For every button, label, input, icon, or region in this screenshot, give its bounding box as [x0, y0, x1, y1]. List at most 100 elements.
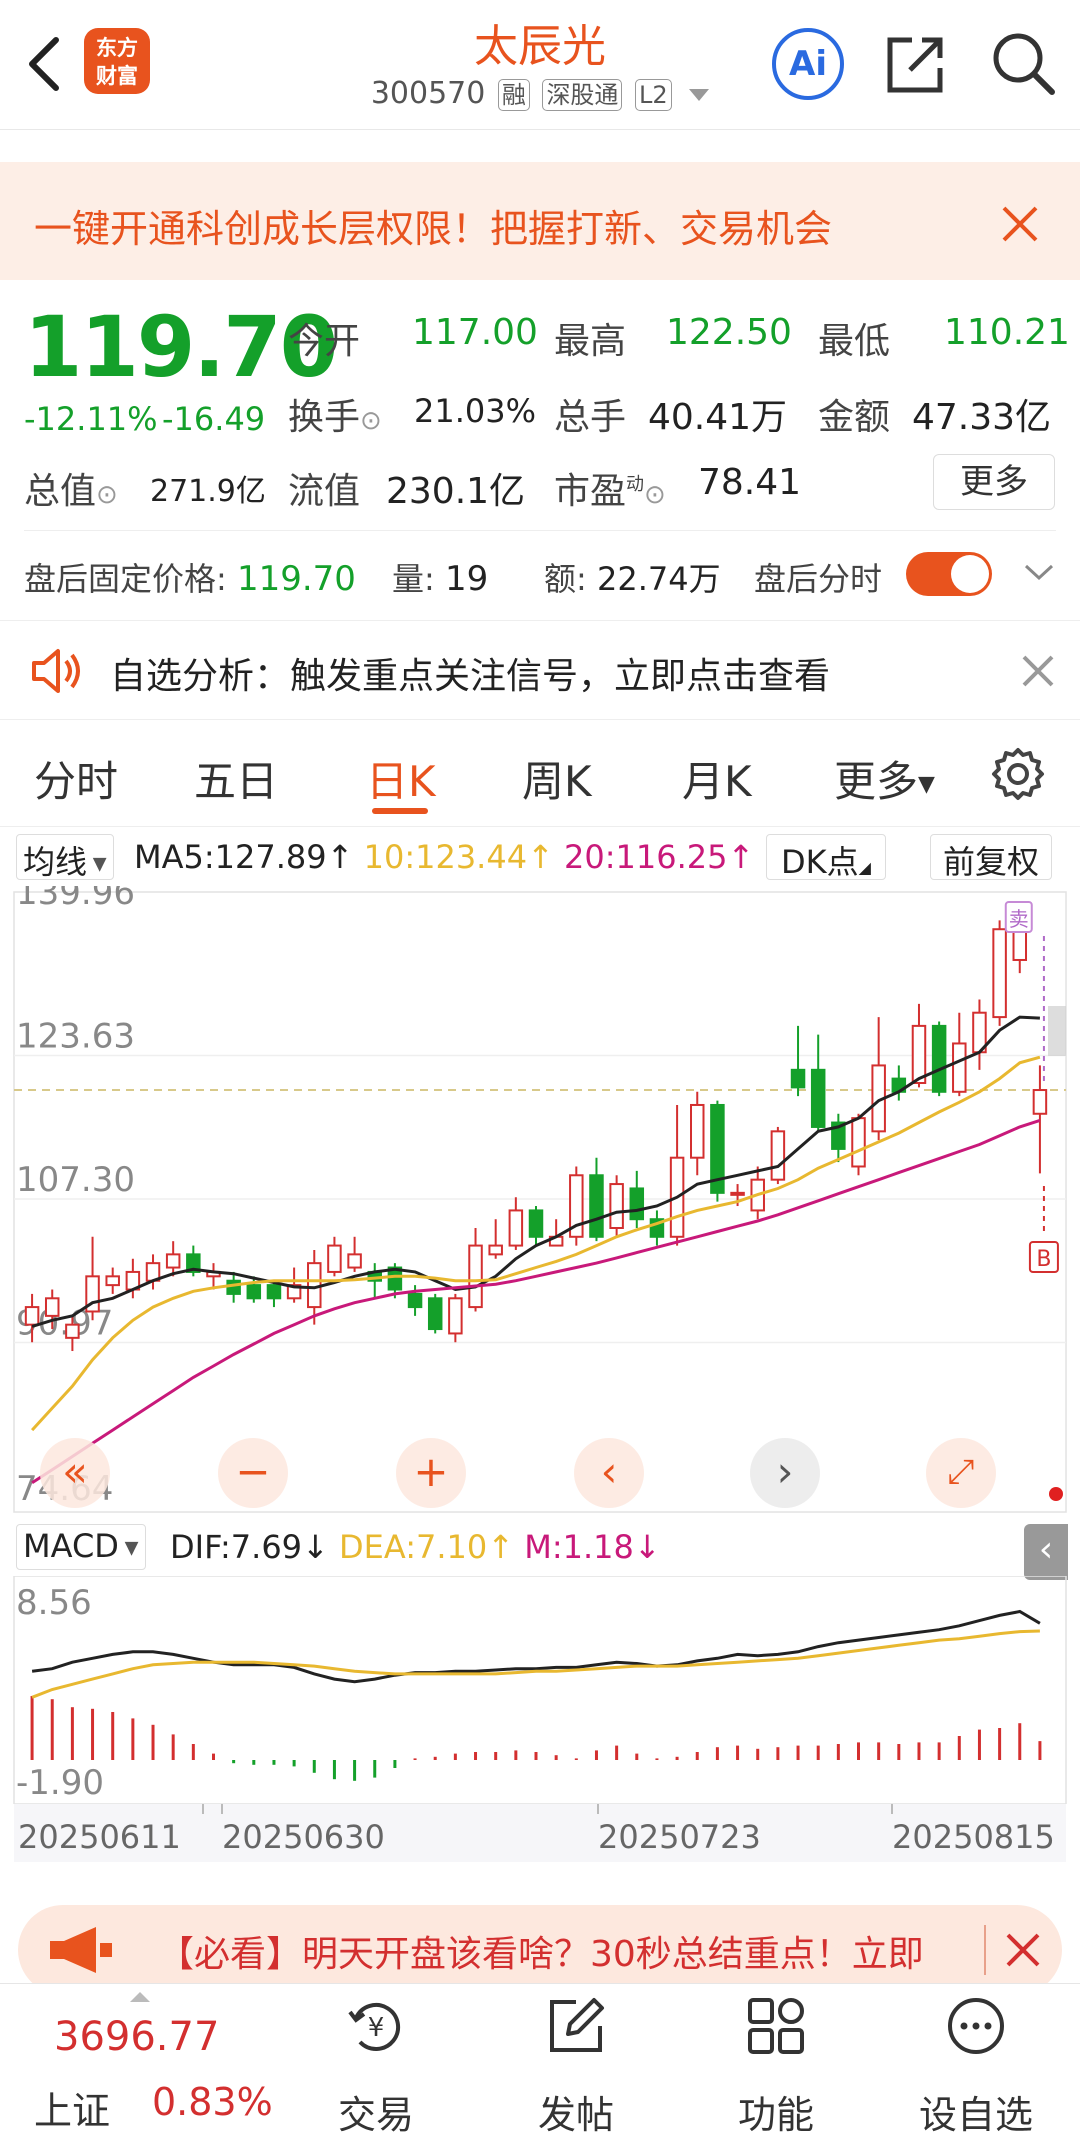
- high-label: 最高: [554, 321, 627, 362]
- candle: [609, 1175, 624, 1237]
- candle-body: [468, 1244, 483, 1309]
- l2-tag: L2: [634, 79, 672, 111]
- dif-value: DIF:7.69↓: [170, 1528, 329, 1566]
- candle-body: [629, 1187, 645, 1221]
- dk-point-button[interactable]: DK点◢: [766, 834, 886, 881]
- after-hours-amt: 额: 22.74万: [544, 560, 721, 598]
- tab-more[interactable]: 更多▼: [834, 748, 935, 809]
- candle: [85, 1236, 100, 1321]
- ma5-line: [31, 1015, 1040, 1328]
- candle: [105, 1267, 120, 1294]
- candle-body: [327, 1244, 342, 1273]
- candle: [548, 1219, 564, 1247]
- macd-selector[interactable]: MACD ▼: [16, 1524, 146, 1570]
- candle: [669, 1104, 685, 1246]
- index-ticker[interactable]: 3696.77 上证 0.83%: [0, 1984, 300, 2141]
- chevron-down-icon[interactable]: [1022, 560, 1056, 584]
- nav-functions[interactable]: 功能: [676, 1984, 876, 2141]
- turnover-label: 换手⊙: [288, 397, 382, 438]
- range-selector-handle: [1048, 1006, 1066, 1056]
- promo-strip[interactable]: 【必看】明天开盘该看啥？30秒总结重点！立即: [18, 1905, 1062, 1995]
- candle: [851, 1113, 866, 1176]
- candle: [508, 1197, 524, 1250]
- candle-body: [952, 1042, 967, 1093]
- candle-body: [790, 1068, 806, 1089]
- open-value: 117.00: [412, 312, 538, 353]
- mktcap-value: 271.9亿: [150, 474, 266, 509]
- price-adjust-button[interactable]: 前复权: [930, 834, 1053, 881]
- tab-monthly-k[interactable]: 月K: [682, 748, 752, 809]
- candle-body: [165, 1253, 181, 1269]
- more-dots-icon: [948, 1998, 1004, 2054]
- grid-functions-icon: [748, 1998, 804, 2054]
- info-icon[interactable]: ⊙: [644, 480, 666, 510]
- candle-body: [407, 1292, 423, 1309]
- float-label: 流值: [288, 471, 361, 512]
- candle: [448, 1293, 463, 1343]
- candle: [972, 999, 987, 1070]
- candle: [770, 1126, 786, 1185]
- divider: [24, 530, 1056, 531]
- after-hours-vol: 量: 19: [392, 559, 489, 599]
- candle: [810, 1034, 826, 1132]
- candle: [488, 1219, 503, 1259]
- indicator-selector[interactable]: 均线 ▼: [16, 834, 114, 881]
- candle: [629, 1170, 645, 1228]
- zoom-in-button[interactable]: +: [396, 1438, 466, 1508]
- nav-post[interactable]: 发帖: [476, 1984, 676, 2141]
- trade-yen-icon: ¥: [348, 2003, 401, 2051]
- mktcap-label: 总值⊙: [24, 471, 118, 512]
- active-tab-indicator: [372, 808, 428, 814]
- info-icon[interactable]: ⊙: [96, 480, 118, 510]
- search-icon[interactable]: [990, 30, 1056, 96]
- close-icon[interactable]: [1004, 1931, 1042, 1969]
- scroll-left-fast-button[interactable]: «: [40, 1438, 110, 1508]
- macd-chart[interactable]: 8.56 -1.90 20250611 20250630 20250723 2025081…: [0, 1576, 1080, 1890]
- ai-button[interactable]: Ai: [772, 28, 844, 100]
- close-icon[interactable]: [1020, 653, 1056, 689]
- svg-text:¥: ¥: [368, 2013, 385, 2043]
- change-percent: -12.11%: [24, 400, 158, 438]
- collapse-panel-button[interactable]: ‹: [1024, 1524, 1068, 1580]
- scroll-right-button[interactable]: ›: [750, 1438, 820, 1508]
- share-icon[interactable]: [884, 32, 948, 96]
- permission-banner[interactable]: 一键开通科创成长层权限！把握打新、交易机会: [0, 162, 1080, 280]
- speaker-icon: [32, 649, 80, 693]
- candle-body: [65, 1323, 80, 1339]
- close-icon[interactable]: [1000, 204, 1040, 244]
- zoom-out-button[interactable]: −: [218, 1438, 288, 1508]
- tab-five-day[interactable]: 五日: [194, 748, 278, 809]
- candle-body: [105, 1275, 120, 1287]
- banner-text: 一键开通科创成长层权限！把握打新、交易机会: [34, 207, 833, 251]
- candle: [790, 1025, 806, 1097]
- candle-body: [488, 1244, 503, 1256]
- candlestick-chart[interactable]: 139.96123.63107.3090.9774.64卖B: [0, 886, 1080, 1516]
- nav-watchlist-settings[interactable]: 设自选: [876, 1984, 1076, 2141]
- after-hours-row: 盘后固定价格: 119.70: [24, 559, 356, 599]
- candle-body: [931, 1024, 947, 1093]
- x-tick-label: 20250815: [892, 1818, 1055, 1856]
- y-tick-label: 139.96: [16, 886, 135, 913]
- tab-intraday[interactable]: 分时: [34, 748, 118, 809]
- signal-notice[interactable]: 自选分析：触发重点关注信号，立即点击查看: [0, 620, 1080, 720]
- more-quote-button[interactable]: 更多: [933, 454, 1055, 510]
- tab-daily-k[interactable]: 日K: [366, 748, 436, 809]
- amount-label: 金额: [818, 397, 891, 438]
- x-tick-label: 20250723: [598, 1818, 761, 1856]
- candle-body: [226, 1279, 241, 1295]
- candle: [952, 1012, 967, 1097]
- scroll-left-button[interactable]: ‹: [574, 1438, 644, 1508]
- after-hours-toggle[interactable]: [906, 552, 992, 596]
- candle-body: [528, 1209, 544, 1238]
- nav-trade[interactable]: ¥ 交易: [276, 1984, 476, 2141]
- tab-weekly-k[interactable]: 周K: [522, 748, 592, 809]
- chart-frame: [13, 891, 1067, 1513]
- amount-value: 47.33亿: [912, 397, 1052, 438]
- macd-values: DIF:7.69↓ DEA:7.10↑ M:1.18↓: [170, 1528, 661, 1566]
- fullscreen-button[interactable]: ⤢: [926, 1438, 996, 1508]
- top-header: 东方 财富 太辰光 300570 融 深股通 L2 Ai: [0, 0, 1080, 130]
- info-icon[interactable]: ⊙: [360, 406, 382, 436]
- connect-tag: 深股通: [542, 79, 623, 111]
- settings-gear-icon[interactable]: [990, 746, 1046, 802]
- index-percent: 0.83%: [152, 2080, 273, 2124]
